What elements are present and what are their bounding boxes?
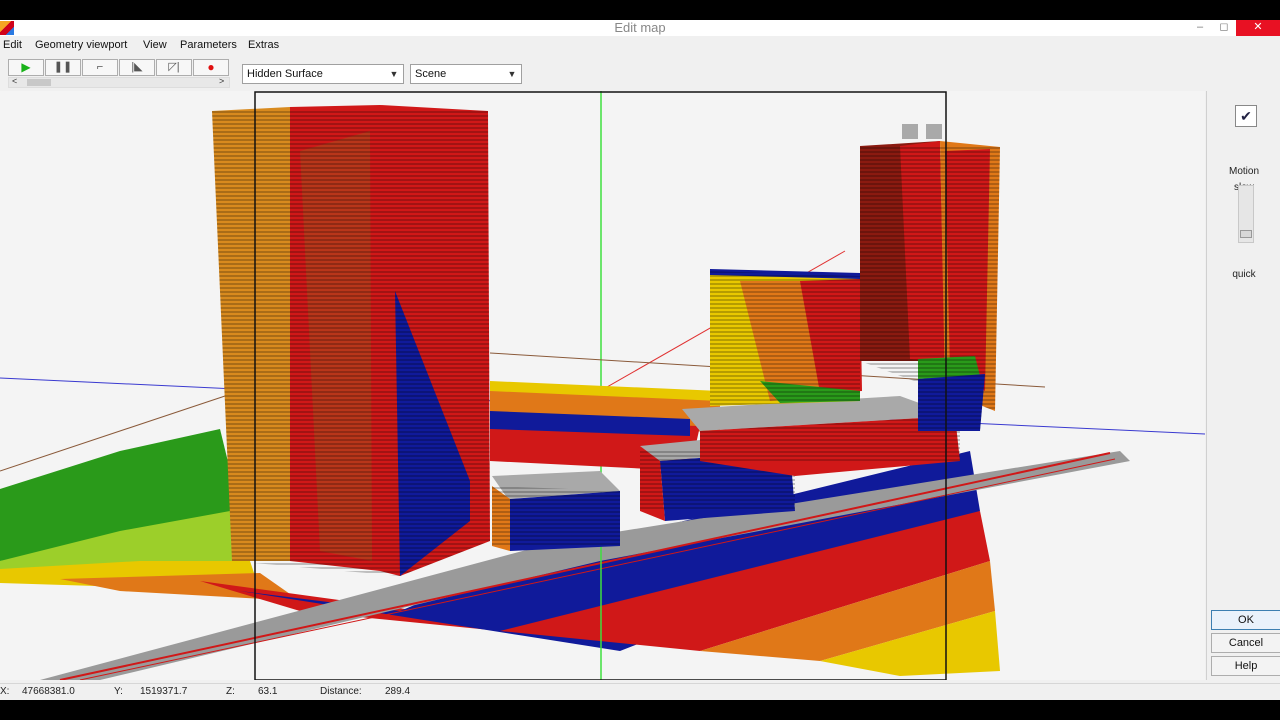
menu-edit[interactable]: Edit [3, 39, 22, 51]
z-value: 63.1 [258, 686, 278, 697]
motion-icon[interactable]: ✔ [1235, 105, 1257, 127]
tower-right-roof-1 [902, 124, 918, 139]
frame-back-button[interactable]: ◸| [156, 59, 192, 76]
noise-map-3d [0, 91, 1205, 680]
close-icon[interactable]: ✕ [1236, 20, 1280, 36]
render-mode-value: Hidden Surface [247, 68, 323, 80]
minimize-icon[interactable]: ‒ [1188, 20, 1212, 36]
scroll-left-icon[interactable]: < [12, 76, 17, 86]
edit-map-window: Edit map ‒ ◻ ✕ Edit Geometry viewport Vi… [0, 20, 1280, 700]
maximize-icon[interactable]: ◻ [1212, 20, 1236, 36]
window-title: Edit map [614, 20, 666, 35]
distance-value: 289.4 [385, 686, 411, 697]
toolbar: ▶ ❚❚ ⌐ |◣ ◸| ● < > Hidden Surface ▼ Scen… [0, 56, 1280, 90]
y-value: 1519371.7 [140, 686, 188, 697]
help-button[interactable]: Help [1211, 656, 1280, 676]
menu-bar: Edit Geometry viewport View Parameters E… [0, 37, 1280, 55]
x-value: 47668381.0 [22, 686, 75, 697]
letterbox-bottom [0, 700, 1280, 720]
z-label: Z: [226, 686, 235, 697]
scroll-thumb[interactable] [27, 79, 51, 86]
x-label: X: [0, 686, 10, 697]
letterbox-top [0, 0, 1280, 20]
scroll-right-icon[interactable]: > [219, 76, 224, 86]
frame-forward-button[interactable]: |◣ [119, 59, 155, 76]
status-bar: X: 47668381.0 Y: 1519371.7 Z: 63.1 Dista… [0, 683, 1280, 700]
menu-parameters[interactable]: Parameters [180, 39, 237, 51]
animation-scrollbar[interactable]: < > [8, 76, 230, 88]
ok-button[interactable]: OK [1211, 610, 1280, 630]
chevron-down-icon: ▼ [389, 69, 399, 79]
motion-slider-thumb[interactable] [1240, 230, 1252, 238]
motion-speed-slider[interactable] [1238, 185, 1254, 243]
step-button[interactable]: ⌐ [82, 59, 118, 76]
play-button[interactable]: ▶ [8, 59, 44, 76]
quick-label: quick [1232, 269, 1256, 280]
tower-right-roof-2 [926, 124, 942, 139]
chevron-down-icon: ▼ [507, 69, 517, 79]
side-panel: ✔ Motion slow quick OK Cancel Help [1206, 91, 1280, 680]
render-mode-select[interactable]: Hidden Surface ▼ [242, 64, 404, 84]
cancel-button[interactable]: Cancel [1211, 633, 1280, 653]
scene-value: Scene [415, 68, 447, 80]
motion-label: Motion [1228, 166, 1259, 177]
menu-view[interactable]: View [143, 39, 167, 51]
record-button[interactable]: ● [193, 59, 229, 76]
scene-select[interactable]: Scene ▼ [410, 64, 522, 84]
geometry-viewport[interactable] [0, 91, 1205, 680]
distance-label: Distance: [320, 686, 362, 697]
title-bar: Edit map ‒ ◻ ✕ [0, 20, 1280, 36]
pause-button[interactable]: ❚❚ [45, 59, 81, 76]
y-label: Y: [114, 686, 123, 697]
menu-geometry-viewport[interactable]: Geometry viewport [35, 39, 127, 51]
menu-extras[interactable]: Extras [248, 39, 279, 51]
